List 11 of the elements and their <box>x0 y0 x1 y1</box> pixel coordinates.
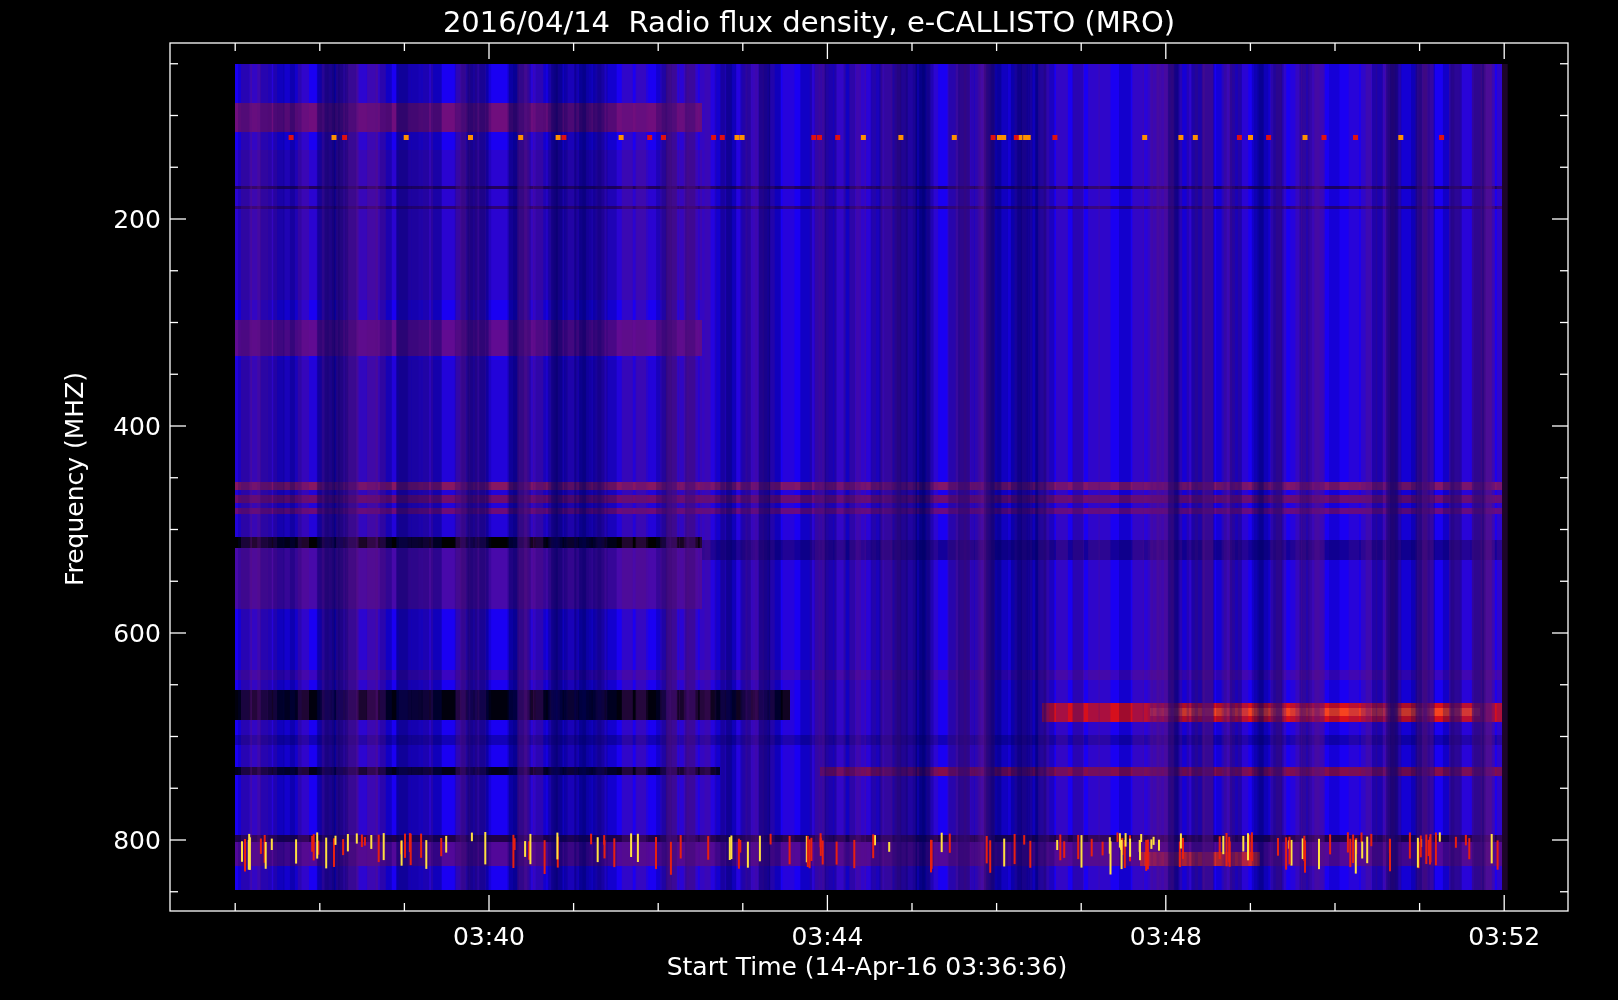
tick-label: 03:40 <box>453 922 525 951</box>
tick-label: 03:44 <box>791 922 864 951</box>
tick-label: 200 <box>113 205 161 234</box>
tick-label: 400 <box>113 412 161 441</box>
tick-label: 03:48 <box>1129 922 1202 951</box>
x-axis-title: Start Time (14-Apr-16 03:36:36) <box>666 952 1068 981</box>
y-axis-title: Frequency (MHZ) <box>60 371 89 587</box>
tick-label: 03:52 <box>1468 922 1541 951</box>
tick-label: 600 <box>113 619 161 648</box>
chart-title: 2016/04/14 Radio flux density, e-CALLISTO (MRO) <box>442 5 1176 39</box>
tick-label: 800 <box>113 826 161 855</box>
